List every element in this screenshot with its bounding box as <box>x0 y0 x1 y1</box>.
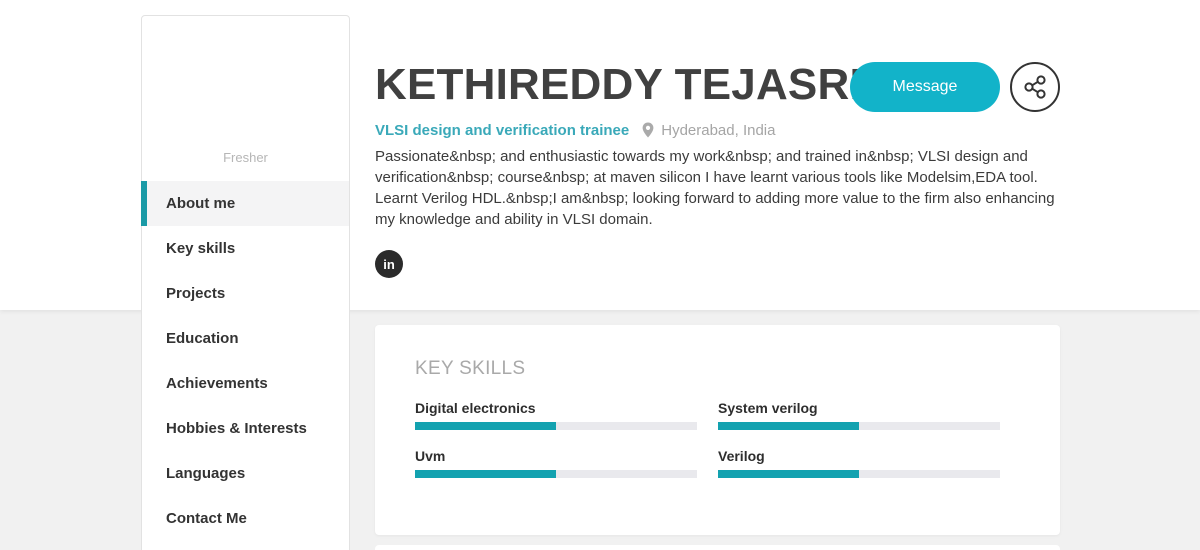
skill-item: Uvm <box>415 448 697 478</box>
sidebar-item-key-skills[interactable]: Key skills <box>142 226 349 271</box>
skill-bar-fill <box>718 422 859 430</box>
location-pin-icon <box>642 122 654 138</box>
skill-bar-fill <box>415 422 556 430</box>
skill-label: Verilog <box>718 448 765 464</box>
skill-bar-fill <box>718 470 859 478</box>
skill-item: System verilog <box>718 400 1000 430</box>
skill-label: System verilog <box>718 400 818 416</box>
profile-name: KETHIREDDY TEJASRI <box>375 60 862 109</box>
skill-bar <box>415 422 697 430</box>
skill-label: Digital electronics <box>415 400 536 416</box>
share-button[interactable] <box>1010 62 1060 112</box>
profile-location: Hyderabad, India <box>661 121 776 139</box>
linkedin-icon[interactable]: in <box>375 250 403 278</box>
skill-bar <box>415 470 697 478</box>
sidebar-nav: About me Key skills Projects Education A… <box>141 181 349 541</box>
profile-subtitle: VLSI design and verification trainee Hyd… <box>375 120 775 140</box>
key-skills-card: KEY SKILLS Digital electronics System ve… <box>375 325 1060 535</box>
profile-role: VLSI design and verification trainee <box>375 121 630 139</box>
skill-item: Verilog <box>718 448 1000 478</box>
skill-bar <box>718 422 1000 430</box>
sidebar-item-projects[interactable]: Projects <box>142 271 349 316</box>
skill-bar-fill <box>415 470 556 478</box>
share-icon <box>1022 74 1048 100</box>
key-skills-heading: KEY SKILLS <box>415 358 526 379</box>
skill-bar <box>718 470 1000 478</box>
skill-label: Uvm <box>415 448 446 464</box>
sidebar-item-contact-me[interactable]: Contact Me <box>142 496 349 541</box>
profile-sidebar: Fresher About me Key skills Projects Edu… <box>141 15 350 550</box>
sidebar-item-hobbies-interests[interactable]: Hobbies & Interests <box>142 406 349 451</box>
next-section-card <box>375 545 1060 550</box>
sidebar-item-about-me[interactable]: About me <box>141 181 349 226</box>
skill-item: Digital electronics <box>415 400 697 430</box>
sidebar-item-achievements[interactable]: Achievements <box>142 361 349 406</box>
sidebar-item-education[interactable]: Education <box>142 316 349 361</box>
sidebar-item-languages[interactable]: Languages <box>142 451 349 496</box>
status-label: Fresher <box>223 150 268 165</box>
profile-bio: Passionate&nbsp; and enthusiastic toward… <box>375 148 1055 228</box>
message-button[interactable]: Message <box>850 62 1000 112</box>
